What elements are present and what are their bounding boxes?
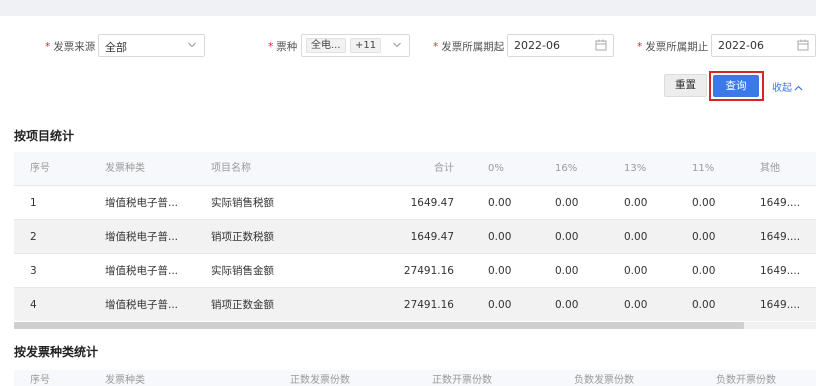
col-header-total: 合计 bbox=[434, 163, 454, 174]
cell-rate-0: 0.00 bbox=[488, 299, 512, 311]
col-header-negative-issued: 负数开票份数 bbox=[716, 375, 776, 386]
section-title-by-invoice-type: 按发票种类统计 bbox=[14, 345, 99, 359]
collapse-toggle[interactable]: 收起 bbox=[772, 79, 803, 94]
cell-other: 1649.... bbox=[760, 231, 801, 243]
table-row[interactable]: 4 增值税电子普... 销项正数金额 27491.16 0.00 0.00 0.… bbox=[14, 287, 816, 321]
cell-total: 1649.47 bbox=[410, 197, 454, 209]
cell-total: 27491.16 bbox=[403, 265, 454, 277]
chevron-down-icon bbox=[188, 42, 196, 48]
cell-rate-0: 0.00 bbox=[488, 265, 512, 277]
table-row[interactable]: 2 增值税电子普... 销项正数税额 1649.47 0.00 0.00 0.0… bbox=[14, 219, 816, 253]
period-end-label: * 发票所属期止 bbox=[637, 41, 709, 53]
cell-invoice-type: 增值税电子普... bbox=[105, 231, 179, 243]
top-bar bbox=[0, 0, 816, 16]
cell-index: 3 bbox=[30, 265, 37, 277]
type-tag[interactable]: 全电... bbox=[306, 38, 346, 53]
cell-item-name: 实际销售金额 bbox=[211, 265, 274, 277]
table-row[interactable]: 3 增值税电子普... 实际销售金额 27491.16 0.00 0.00 0.… bbox=[14, 253, 816, 287]
col-header-rate-11: 11% bbox=[692, 163, 715, 174]
calendar-icon bbox=[595, 39, 607, 51]
source-value: 全部 bbox=[105, 41, 127, 54]
cell-rate-13: 0.00 bbox=[624, 265, 648, 277]
calendar-icon bbox=[797, 39, 809, 51]
source-select[interactable]: 全部 bbox=[98, 34, 205, 57]
cell-total: 1649.47 bbox=[410, 231, 454, 243]
cell-other: 1649.... bbox=[760, 197, 801, 209]
cell-item-name: 销项正数税额 bbox=[211, 231, 274, 243]
period-start-label: * 发票所属期起 bbox=[433, 41, 505, 53]
col-header-positive-invoices: 正数发票份数 bbox=[290, 375, 350, 386]
period-start-value: 2022-06 bbox=[514, 39, 560, 52]
type-more-tag[interactable]: +11 bbox=[350, 38, 382, 53]
col-header-rate-16: 16% bbox=[555, 163, 578, 174]
period-start-picker[interactable]: 2022-06 bbox=[507, 34, 614, 57]
cell-item-name: 销项正数金额 bbox=[211, 299, 274, 311]
cell-rate-11: 0.00 bbox=[692, 231, 716, 243]
cell-rate-16: 0.00 bbox=[555, 265, 579, 277]
col-header-index: 序号 bbox=[30, 375, 50, 386]
cell-rate-16: 0.00 bbox=[555, 231, 579, 243]
cell-rate-11: 0.00 bbox=[692, 265, 716, 277]
cell-rate-13: 0.00 bbox=[624, 197, 648, 209]
type-select[interactable]: 全电... +11 bbox=[301, 34, 410, 57]
col-header-negative-invoices: 负数发票份数 bbox=[574, 375, 634, 386]
cell-index: 1 bbox=[30, 197, 37, 209]
table-header: 序号 发票种类 项目名称 合计 0% 16% 13% 11% 其他 bbox=[14, 152, 816, 185]
col-header-positive-issued: 正数开票份数 bbox=[432, 375, 492, 386]
cell-item-name: 实际销售税额 bbox=[211, 197, 274, 209]
cell-rate-0: 0.00 bbox=[488, 197, 512, 209]
cell-invoice-type: 增值税电子普... bbox=[105, 197, 179, 209]
cell-rate-16: 0.00 bbox=[555, 299, 579, 311]
cell-other: 1649.... bbox=[760, 265, 801, 277]
col-header-item-name: 项目名称 bbox=[211, 163, 251, 174]
query-button[interactable]: 查询 bbox=[713, 75, 759, 97]
col-header-invoice-type: 发票种类 bbox=[105, 375, 145, 386]
col-header-index: 序号 bbox=[30, 163, 50, 174]
cell-other: 1649.... bbox=[760, 299, 801, 311]
type-label: * 票种 bbox=[268, 41, 298, 53]
table-row[interactable]: 1 增值税电子普... 实际销售税额 1649.47 0.00 0.00 0.0… bbox=[14, 185, 816, 219]
invoice-type-table-header: 序号 发票种类 正数发票份数 正数开票份数 负数发票份数 负数开票份数 bbox=[14, 370, 816, 386]
cell-rate-13: 0.00 bbox=[624, 299, 648, 311]
cell-rate-0: 0.00 bbox=[488, 231, 512, 243]
cell-total: 27491.16 bbox=[403, 299, 454, 311]
cell-rate-13: 0.00 bbox=[624, 231, 648, 243]
cell-invoice-type: 增值税电子普... bbox=[105, 299, 179, 311]
cell-index: 4 bbox=[30, 299, 37, 311]
query-highlight: 查询 bbox=[709, 71, 764, 101]
reset-button[interactable]: 重置 bbox=[664, 74, 707, 97]
chevron-down-icon bbox=[393, 42, 401, 48]
col-header-other: 其他 bbox=[760, 163, 780, 174]
period-end-picker[interactable]: 2022-06 bbox=[711, 34, 816, 57]
col-header-rate-0: 0% bbox=[488, 163, 504, 174]
period-end-value: 2022-06 bbox=[718, 39, 764, 52]
col-header-invoice-type: 发票种类 bbox=[105, 163, 145, 174]
cell-invoice-type: 增值税电子普... bbox=[105, 265, 179, 277]
cell-rate-16: 0.00 bbox=[555, 197, 579, 209]
horizontal-scrollbar-thumb[interactable] bbox=[14, 322, 744, 329]
col-header-rate-13: 13% bbox=[624, 163, 647, 174]
chevron-up-icon bbox=[794, 85, 803, 91]
cell-index: 2 bbox=[30, 231, 37, 243]
source-label: * 发票来源 bbox=[45, 41, 96, 53]
section-title-by-item: 按项目统计 bbox=[14, 129, 75, 143]
cell-rate-11: 0.00 bbox=[692, 299, 716, 311]
cell-rate-11: 0.00 bbox=[692, 197, 716, 209]
collapse-label: 收起 bbox=[772, 83, 792, 94]
